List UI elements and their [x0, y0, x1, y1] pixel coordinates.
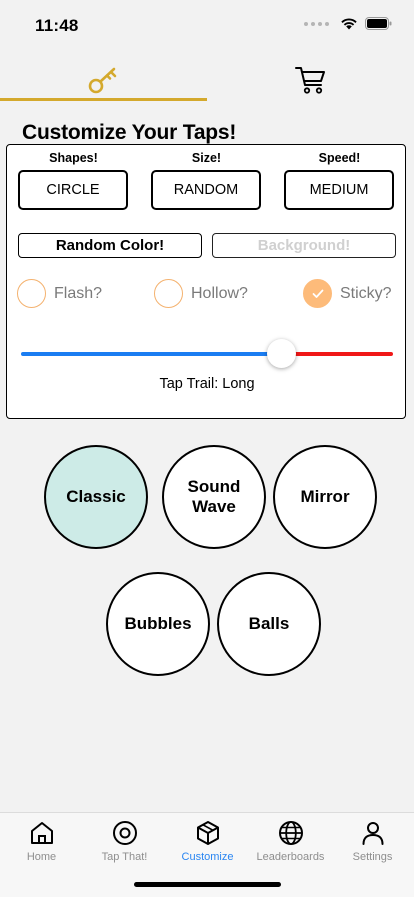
customize-panel: Shapes! Size! Speed! CIRCLE RANDOM MEDIU…: [6, 144, 406, 419]
random-color-button[interactable]: Random Color!: [18, 233, 202, 258]
sticky-label: Sticky?: [340, 284, 392, 302]
flash-label: Flash?: [54, 284, 103, 302]
tab-tap-that-label: Tap That!: [101, 851, 148, 863]
status-icons: [304, 17, 392, 30]
tab-settings-label: Settings: [352, 851, 393, 863]
cube-icon: [196, 821, 219, 845]
mode-sound-wave-button[interactable]: Sound Wave: [162, 445, 266, 549]
speed-select-button[interactable]: MEDIUM: [284, 170, 394, 210]
signal-icon: [304, 21, 329, 26]
globe-icon: [278, 821, 303, 845]
flash-option[interactable]: Flash?: [17, 279, 102, 308]
tab-customize[interactable]: Customize: [166, 819, 249, 863]
tab-leaderboards[interactable]: Leaderboards: [249, 819, 332, 863]
slider-track-filled: [21, 352, 281, 356]
tab-customize-label: Customize: [181, 851, 234, 863]
cart-icon: [294, 67, 325, 94]
slider-track-remaining: [281, 352, 393, 356]
shapes-label: Shapes!: [49, 151, 98, 165]
hollow-option[interactable]: Hollow?: [154, 279, 248, 308]
tab-leaderboards-label: Leaderboards: [256, 851, 325, 863]
size-label: Size!: [191, 151, 222, 165]
tab-tap-that[interactable]: Tap That!: [83, 819, 166, 863]
tab-home-label: Home: [26, 851, 57, 863]
tab-home[interactable]: Home: [0, 819, 83, 863]
page-title: Customize Your Taps!: [22, 121, 237, 144]
size-select-button[interactable]: RANDOM: [151, 170, 261, 210]
checkmark-icon: [312, 289, 323, 298]
tab-settings[interactable]: Settings: [331, 819, 414, 863]
shape-select-button[interactable]: CIRCLE: [18, 170, 128, 210]
tap-trail-slider[interactable]: [21, 339, 393, 369]
key-icon: [88, 67, 116, 94]
mode-bubbles-button[interactable]: Bubbles: [106, 572, 210, 676]
tab-customize-keys[interactable]: [0, 58, 207, 102]
sticky-option[interactable]: Sticky?: [303, 279, 392, 308]
home-indicator: [134, 882, 281, 887]
mode-balls-button[interactable]: Balls: [217, 572, 321, 676]
speed-label: Speed!: [318, 151, 361, 165]
sticky-checkbox[interactable]: [303, 279, 332, 308]
hollow-label: Hollow?: [191, 284, 248, 302]
home-icon: [30, 822, 53, 844]
mode-classic-button[interactable]: Classic: [44, 445, 148, 549]
slider-thumb[interactable]: [266, 339, 296, 368]
tap-trail-label: Tap Trail: Long: [159, 376, 255, 392]
wifi-icon: [341, 18, 357, 30]
tab-store[interactable]: [207, 58, 414, 102]
mode-mirror-button[interactable]: Mirror: [273, 445, 377, 549]
active-tab-indicator: [0, 98, 207, 101]
background-button[interactable]: Background!: [212, 233, 396, 258]
battery-icon: [365, 17, 392, 30]
target-icon: [112, 821, 137, 845]
hollow-checkbox[interactable]: [154, 279, 183, 308]
person-icon: [362, 822, 383, 845]
top-tab-bar: [0, 58, 414, 102]
status-bar: 11:48: [0, 0, 414, 54]
flash-checkbox[interactable]: [17, 279, 46, 308]
status-time: 11:48: [35, 16, 79, 35]
